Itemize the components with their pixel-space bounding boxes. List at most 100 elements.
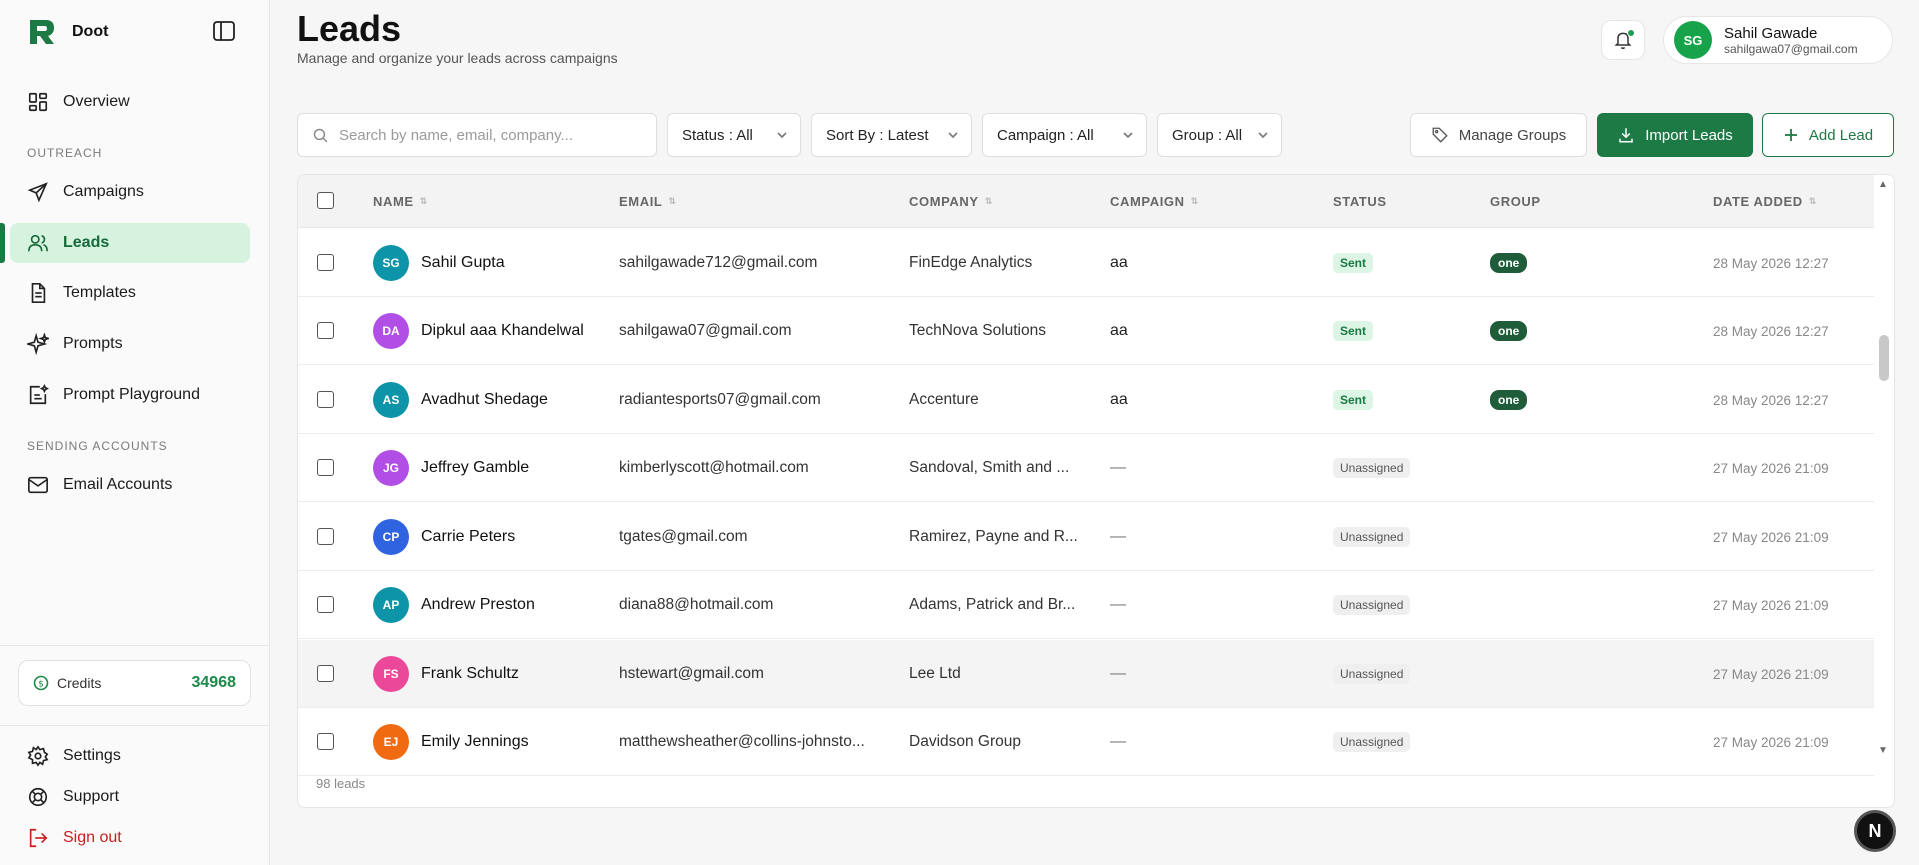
row-checkbox[interactable] bbox=[317, 391, 334, 408]
lead-campaign: — bbox=[1110, 528, 1126, 545]
column-header-name[interactable]: NAME ⇅ bbox=[373, 194, 428, 209]
lead-campaign: aa bbox=[1110, 254, 1128, 271]
lead-date-added: 27 May 2026 21:09 bbox=[1713, 666, 1829, 682]
sidebar-item-templates[interactable]: Templates bbox=[10, 273, 250, 313]
document-icon bbox=[31, 283, 46, 303]
lead-date-added: 28 May 2026 12:27 bbox=[1713, 323, 1829, 339]
sidebar-item-settings[interactable]: Settings bbox=[10, 736, 250, 776]
table-row[interactable]: JG Jeffrey Gamble kimberlyscott@hotmail.co… bbox=[298, 434, 1874, 502]
status-badge: Unassigned bbox=[1333, 595, 1411, 615]
avatar: AP bbox=[373, 587, 409, 623]
table-row[interactable]: FS Frank Schultz hstewart@gmail.com Lee Ltd… bbox=[298, 640, 1874, 708]
status-badge: Unassigned bbox=[1333, 458, 1411, 478]
lead-email: radiantesports07@gmail.com bbox=[619, 391, 821, 408]
sidebar-item-leads[interactable]: Leads bbox=[0, 223, 250, 263]
column-header-email[interactable]: EMAIL ⇅ bbox=[619, 194, 677, 209]
lead-company: Sandoval, Smith and ... bbox=[909, 459, 1070, 476]
add-lead-button[interactable]: Add Lead bbox=[1762, 113, 1894, 157]
user-email: sahilgawa07@gmail.com bbox=[1724, 41, 1858, 56]
import-leads-label: Import Leads bbox=[1645, 126, 1733, 144]
lead-name: Emily Jennings bbox=[421, 733, 529, 750]
column-header-company[interactable]: COMPANY ⇅ bbox=[909, 194, 993, 209]
row-checkbox[interactable] bbox=[317, 322, 334, 339]
avatar: EJ bbox=[373, 724, 409, 760]
lead-name-cell: AS Avadhut Shedage bbox=[373, 366, 613, 434]
column-header-campaign[interactable]: CAMPAIGN ⇅ bbox=[1110, 194, 1199, 209]
avatar: SG bbox=[1674, 21, 1712, 59]
lead-status-cell: Sent bbox=[1333, 297, 1473, 365]
send-icon bbox=[27, 182, 48, 203]
search-box[interactable] bbox=[297, 113, 657, 157]
status-filter-dropdown[interactable]: Status : All bbox=[667, 113, 801, 157]
sidebar-toggle-icon bbox=[213, 21, 235, 41]
row-checkbox[interactable] bbox=[317, 596, 334, 613]
sidebar-toggle-button[interactable] bbox=[210, 18, 238, 44]
coin-icon: $ bbox=[33, 675, 49, 691]
import-leads-button[interactable]: Import Leads bbox=[1597, 113, 1753, 157]
sort-icon: ⇅ bbox=[668, 196, 677, 206]
table-header: NAME ⇅ EMAIL ⇅ COMPANY ⇅ CAMPAIGN ⇅ STATUS G… bbox=[298, 175, 1874, 228]
table-row[interactable]: EJ Emily Jennings matthewsheather@collins-… bbox=[298, 708, 1874, 776]
search-icon bbox=[313, 128, 328, 142]
row-checkbox[interactable] bbox=[317, 459, 334, 476]
avatar: AS bbox=[373, 382, 409, 418]
lead-group-cell: one bbox=[1490, 229, 1610, 297]
select-all-checkbox[interactable] bbox=[317, 192, 334, 209]
column-header-date-added[interactable]: DATE ADDED ⇅ bbox=[1713, 194, 1817, 209]
sidebar-divider bbox=[0, 725, 270, 726]
brand-name: Doot bbox=[72, 23, 109, 40]
lead-name-cell: JG Jeffrey Gamble bbox=[373, 434, 613, 502]
table-row[interactable]: CP Carrie Peters tgates@gmail.com Ramirez, … bbox=[298, 503, 1874, 571]
row-checkbox[interactable] bbox=[317, 254, 334, 271]
brand-logo-icon bbox=[30, 20, 54, 44]
sidebar-item-prompts[interactable]: Prompts bbox=[10, 324, 250, 364]
table-row[interactable]: DA Dipkul aaa Khandelwal sahilgawa07@gmail… bbox=[298, 297, 1874, 365]
scroll-up-arrow[interactable]: ▲ bbox=[1878, 179, 1888, 190]
sort-icon: ⇅ bbox=[1808, 196, 1817, 206]
scroll-thumb[interactable] bbox=[1879, 335, 1889, 381]
lead-company: TechNova Solutions bbox=[909, 322, 1046, 339]
sidebar-item-support[interactable]: Support bbox=[10, 777, 250, 817]
dev-tools-badge[interactable]: N bbox=[1854, 810, 1896, 852]
manage-groups-button[interactable]: Manage Groups bbox=[1410, 113, 1587, 157]
sidebar-item-campaigns[interactable]: Campaigns bbox=[10, 172, 250, 212]
notifications-button[interactable] bbox=[1601, 20, 1645, 60]
lead-name-cell: EJ Emily Jennings bbox=[373, 708, 613, 776]
gear-icon bbox=[27, 745, 49, 767]
table-row[interactable]: SG Sahil Gupta sahilgawade712@gmail.com Fin… bbox=[298, 229, 1874, 297]
group-filter-dropdown[interactable]: Group : All bbox=[1157, 113, 1282, 157]
row-checkbox[interactable] bbox=[317, 665, 334, 682]
user-menu[interactable]: SG Sahil Gawade sahilgawa07@gmail.com bbox=[1663, 16, 1893, 64]
sidebar-item-overview[interactable]: Overview bbox=[10, 82, 250, 122]
lead-status-cell: Sent bbox=[1333, 366, 1473, 434]
sidebar-item-email-accounts[interactable]: Email Accounts bbox=[10, 465, 250, 505]
row-checkbox[interactable] bbox=[317, 528, 334, 545]
status-badge: Unassigned bbox=[1333, 732, 1411, 752]
search-input[interactable] bbox=[339, 126, 629, 144]
section-label-sending-accounts: SENDING ACCOUNTS bbox=[27, 439, 168, 453]
table-scrollbar[interactable]: ▲ ▼ bbox=[1874, 175, 1894, 763]
lead-company: Adams, Patrick and Br... bbox=[909, 596, 1076, 613]
table-row[interactable]: AP Andrew Preston diana88@hotmail.com Adams… bbox=[298, 571, 1874, 639]
chevron-down-icon bbox=[1258, 132, 1268, 139]
scroll-down-arrow[interactable]: ▼ bbox=[1878, 745, 1888, 756]
brand[interactable]: Doot bbox=[26, 16, 108, 48]
sort-by-dropdown[interactable]: Sort By : Latest bbox=[811, 113, 972, 157]
svg-text:$: $ bbox=[38, 680, 44, 690]
sort-icon: ⇅ bbox=[1190, 196, 1199, 206]
campaign-filter-dropdown[interactable]: Campaign : All bbox=[982, 113, 1147, 157]
sidebar-item-label: Templates bbox=[63, 284, 136, 301]
table-row[interactable]: AS Avadhut Shedage radiantesports07@gmail.… bbox=[298, 366, 1874, 434]
page-title: Leads bbox=[297, 8, 402, 49]
sign-out-button[interactable]: Sign out bbox=[10, 818, 250, 858]
sidebar-item-label: Prompts bbox=[63, 335, 123, 352]
sort-by-label: Sort By : Latest bbox=[826, 126, 929, 144]
sidebar-item-prompt-playground[interactable]: Prompt Playground bbox=[10, 375, 250, 415]
lead-email: sahilgawade712@gmail.com bbox=[619, 254, 818, 271]
row-checkbox[interactable] bbox=[317, 733, 334, 750]
lead-company: Davidson Group bbox=[909, 733, 1022, 750]
lead-name-cell: CP Carrie Peters bbox=[373, 503, 613, 571]
lead-company: Lee Ltd bbox=[909, 665, 961, 682]
leads-table: NAME ⇅ EMAIL ⇅ COMPANY ⇅ CAMPAIGN ⇅ STATUS G… bbox=[297, 174, 1895, 808]
lead-date-added: 27 May 2026 21:09 bbox=[1713, 460, 1829, 476]
